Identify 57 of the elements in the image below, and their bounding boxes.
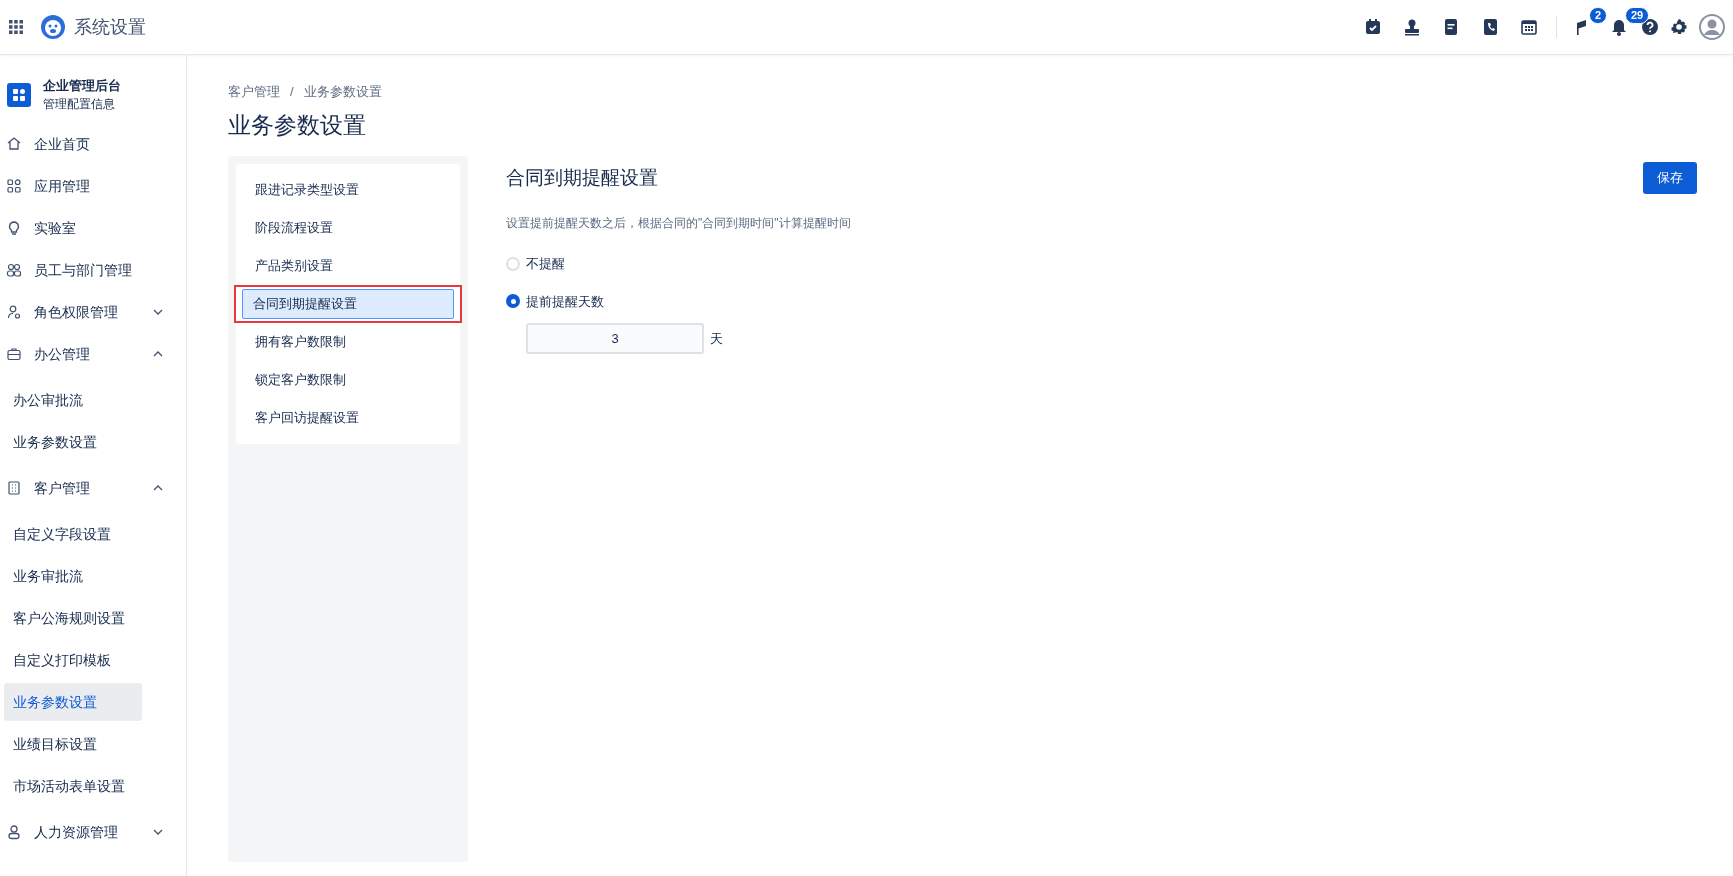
sidebar-item[interactable]: 客户管理 xyxy=(0,467,186,509)
sidebar-item[interactable]: 企业首页 xyxy=(0,123,186,165)
sidebar-subitem[interactable]: 自定义字段设置 xyxy=(4,515,182,553)
settings-menu-item[interactable]: 合同到期提醒设置 xyxy=(242,289,454,319)
settings-menu-item[interactable]: 产品类别设置 xyxy=(244,251,452,281)
sidebar-subitem[interactable]: 自定义打印模板 xyxy=(4,641,182,679)
sidebar-item[interactable]: 应用管理 xyxy=(0,165,186,207)
page-title: 业务参数设置 xyxy=(228,110,367,140)
lightbulb-icon xyxy=(6,220,22,236)
building-icon xyxy=(6,480,22,496)
sidebar-subitem[interactable]: 客户公海规则设置 xyxy=(4,599,182,637)
sidebar-item[interactable]: 办公管理 xyxy=(0,333,186,375)
settings-menu-item[interactable]: 阶段流程设置 xyxy=(244,213,452,243)
logo-icon xyxy=(40,14,66,40)
sidebar-item[interactable]: 角色权限管理 xyxy=(0,291,186,333)
settings-menu-item[interactable]: 锁定客户数限制 xyxy=(244,365,452,395)
avatar-icon[interactable] xyxy=(1699,14,1725,40)
sidebar-item[interactable]: 人力资源管理 xyxy=(0,811,186,853)
user-key-icon xyxy=(6,304,22,320)
people-icon xyxy=(6,262,22,278)
app-title: 系统设置 xyxy=(74,15,146,39)
notification-count: 2 xyxy=(1589,7,1608,24)
sidebar-item[interactable]: 实验室 xyxy=(0,207,186,249)
help-icon[interactable] xyxy=(1641,18,1659,36)
breadcrumb-link[interactable]: 客户管理 xyxy=(228,82,280,102)
app-grid-icon[interactable] xyxy=(8,19,24,35)
sidebar-subitem[interactable]: 市场活动表单设置 xyxy=(4,767,182,805)
section-title: 合同到期提醒设置 xyxy=(506,165,658,190)
org-subtitle: 管理配置信息 xyxy=(43,96,116,113)
settings-menu-item[interactable]: 拥有客户数限制 xyxy=(244,327,452,357)
sidebar-subitem[interactable]: 业务参数设置 xyxy=(4,423,182,461)
radio-button[interactable] xyxy=(506,256,520,271)
person-icon xyxy=(6,824,22,840)
breadcrumb-link[interactable]: 业务参数设置 xyxy=(303,82,382,102)
home-icon xyxy=(6,136,22,152)
briefcase-icon xyxy=(6,346,22,362)
sidebar-subitem[interactable]: 办公审批流 xyxy=(4,381,182,419)
radio-option[interactable]: 提前提醒天数 xyxy=(506,291,1697,311)
days-unit: 天 xyxy=(710,329,723,348)
sidebar-subitem[interactable]: 业务审批流 xyxy=(4,557,182,595)
breadcrumb-separator: / xyxy=(290,83,294,101)
settings-icon[interactable] xyxy=(1669,17,1689,37)
calendar-icon[interactable] xyxy=(1518,17,1539,37)
save-button[interactable]: 保存 xyxy=(1643,162,1697,194)
sidebar-item[interactable]: 员工与部门管理 xyxy=(0,249,186,291)
sidebar-subitem[interactable]: 业绩目标设置 xyxy=(4,725,182,763)
radio-button[interactable] xyxy=(506,294,520,309)
org-name: 企业管理后台 xyxy=(43,77,121,95)
apps-icon xyxy=(6,178,22,194)
notification-count: 29 xyxy=(1625,7,1650,24)
settings-menu-item[interactable]: 客户回访提醒设置 xyxy=(244,403,452,433)
admin-app-icon xyxy=(7,83,31,107)
settings-menu-item[interactable]: 跟进记录类型设置 xyxy=(244,175,452,205)
description-text: 设置提前提醒天数之后，根据合同的"合同到期时间"计算提醒时间 xyxy=(506,215,852,232)
radio-option[interactable]: 不提醒 xyxy=(506,254,1697,274)
sidebar-subitem[interactable]: 业务参数设置 xyxy=(4,683,142,721)
days-input[interactable]: 3 xyxy=(526,323,704,354)
